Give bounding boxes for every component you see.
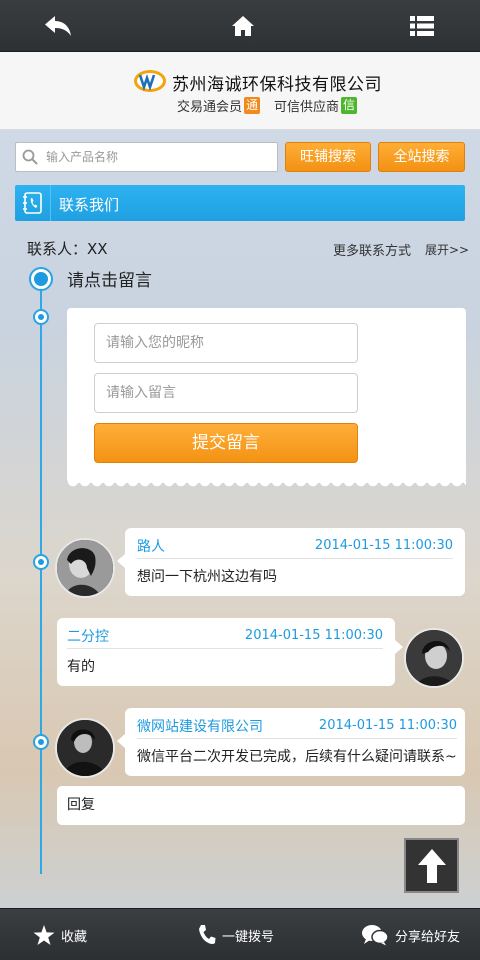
user-photo-icon <box>57 720 113 776</box>
chat-bubbles-icon <box>362 925 389 946</box>
divider <box>137 738 457 739</box>
message-time: 2014-01-15 11:00:30 <box>318 718 457 733</box>
supplier-badge: 信 <box>341 97 358 114</box>
user-photo-icon <box>406 630 462 686</box>
share-button[interactable]: 分享给好友 <box>361 909 460 960</box>
message-time: 2014-01-15 11:00:30 <box>244 628 383 643</box>
call-button[interactable]: 一键拨号 <box>198 909 274 960</box>
message-author: 微网站建设有限公司 <box>137 719 263 735</box>
search-input[interactable]: 输入产品名称 <box>15 142 278 172</box>
share-label: 分享给好友 <box>395 929 461 945</box>
home-button[interactable] <box>221 8 265 44</box>
nickname-input[interactable]: 请输入您的昵称 <box>94 323 358 363</box>
membership-badges: 交易通会员 通 可信供应商 信 <box>177 96 358 115</box>
favorite-label: 收藏 <box>61 929 88 945</box>
message-text: 想问一下杭州这边有吗 <box>137 569 277 585</box>
favorite-button[interactable]: 收藏 <box>33 909 87 960</box>
member-label: 交易通会员 <box>177 100 243 115</box>
member-badge: 通 <box>244 97 261 114</box>
back-to-top-button[interactable] <box>404 838 459 893</box>
contact-person: 联系人：XX <box>27 240 108 258</box>
divider <box>137 558 453 559</box>
message-text: 微信平台二次开发已完成，后续有什么疑问请联系~ <box>137 749 457 765</box>
avatar <box>55 718 115 778</box>
bottom-action-bar: 收藏 一键拨号 分享给好友 <box>0 908 480 960</box>
supplier-label: 可信供应商 <box>274 100 340 115</box>
back-button[interactable] <box>36 8 80 44</box>
company-name: 苏州海诚环保科技有限公司 <box>172 75 382 95</box>
search-icon <box>22 149 38 165</box>
menu-button[interactable] <box>400 8 444 44</box>
company-header: 苏州海诚环保科技有限公司 交易通会员 通 可信供应商 信 <box>0 52 480 130</box>
back-arrow-icon <box>45 16 71 36</box>
phone-book-icon <box>15 185 51 221</box>
leave-message-prompt: 请点击留言 <box>67 271 152 291</box>
message-author: 路人 <box>137 539 165 555</box>
expand-link[interactable]: 展开>> <box>425 241 469 258</box>
user-photo-icon <box>57 540 113 596</box>
timeline-dot <box>33 734 49 750</box>
message-text: 有的 <box>67 659 95 675</box>
divider <box>67 648 383 649</box>
star-icon <box>33 924 55 945</box>
message-bubble: 微网站建设有限公司 2014-01-15 11:00:30 微信平台二次开发已完… <box>117 708 465 776</box>
avatar <box>404 628 464 688</box>
message-bubble: 二分控 2014-01-15 11:00:30 有的 <box>57 618 403 686</box>
message-input[interactable]: 请输入留言 <box>94 373 358 413</box>
message-form: 请输入您的昵称 请输入留言 提交留言 <box>67 308 466 489</box>
timeline-dot <box>33 554 49 570</box>
contact-us-title: 联系我们 <box>59 196 120 214</box>
message-bubble: 路人 2014-01-15 11:00:30 想问一下杭州这边有吗 <box>117 528 465 596</box>
call-label: 一键拨号 <box>222 929 275 945</box>
company-logo-icon <box>134 70 166 92</box>
arrow-up-icon <box>417 848 446 883</box>
message-time: 2014-01-15 11:00:30 <box>314 538 453 553</box>
reply-button[interactable]: 回复 <box>57 786 465 825</box>
timeline-start-dot <box>29 267 53 291</box>
shop-search-button[interactable]: 旺铺搜索 <box>285 142 371 172</box>
message-author: 二分控 <box>67 629 109 645</box>
top-nav-bar <box>0 0 480 52</box>
more-contact-link[interactable]: 更多联系方式 <box>333 240 411 259</box>
timeline-dot <box>33 309 49 325</box>
contact-us-bar[interactable]: 联系我们 <box>15 185 465 221</box>
timeline-line <box>40 284 42 874</box>
home-icon <box>232 16 254 36</box>
submit-message-button[interactable]: 提交留言 <box>94 423 358 463</box>
site-search-button[interactable]: 全站搜索 <box>378 142 465 172</box>
phone-icon <box>199 925 216 944</box>
list-menu-icon <box>410 16 434 36</box>
avatar <box>55 538 115 598</box>
